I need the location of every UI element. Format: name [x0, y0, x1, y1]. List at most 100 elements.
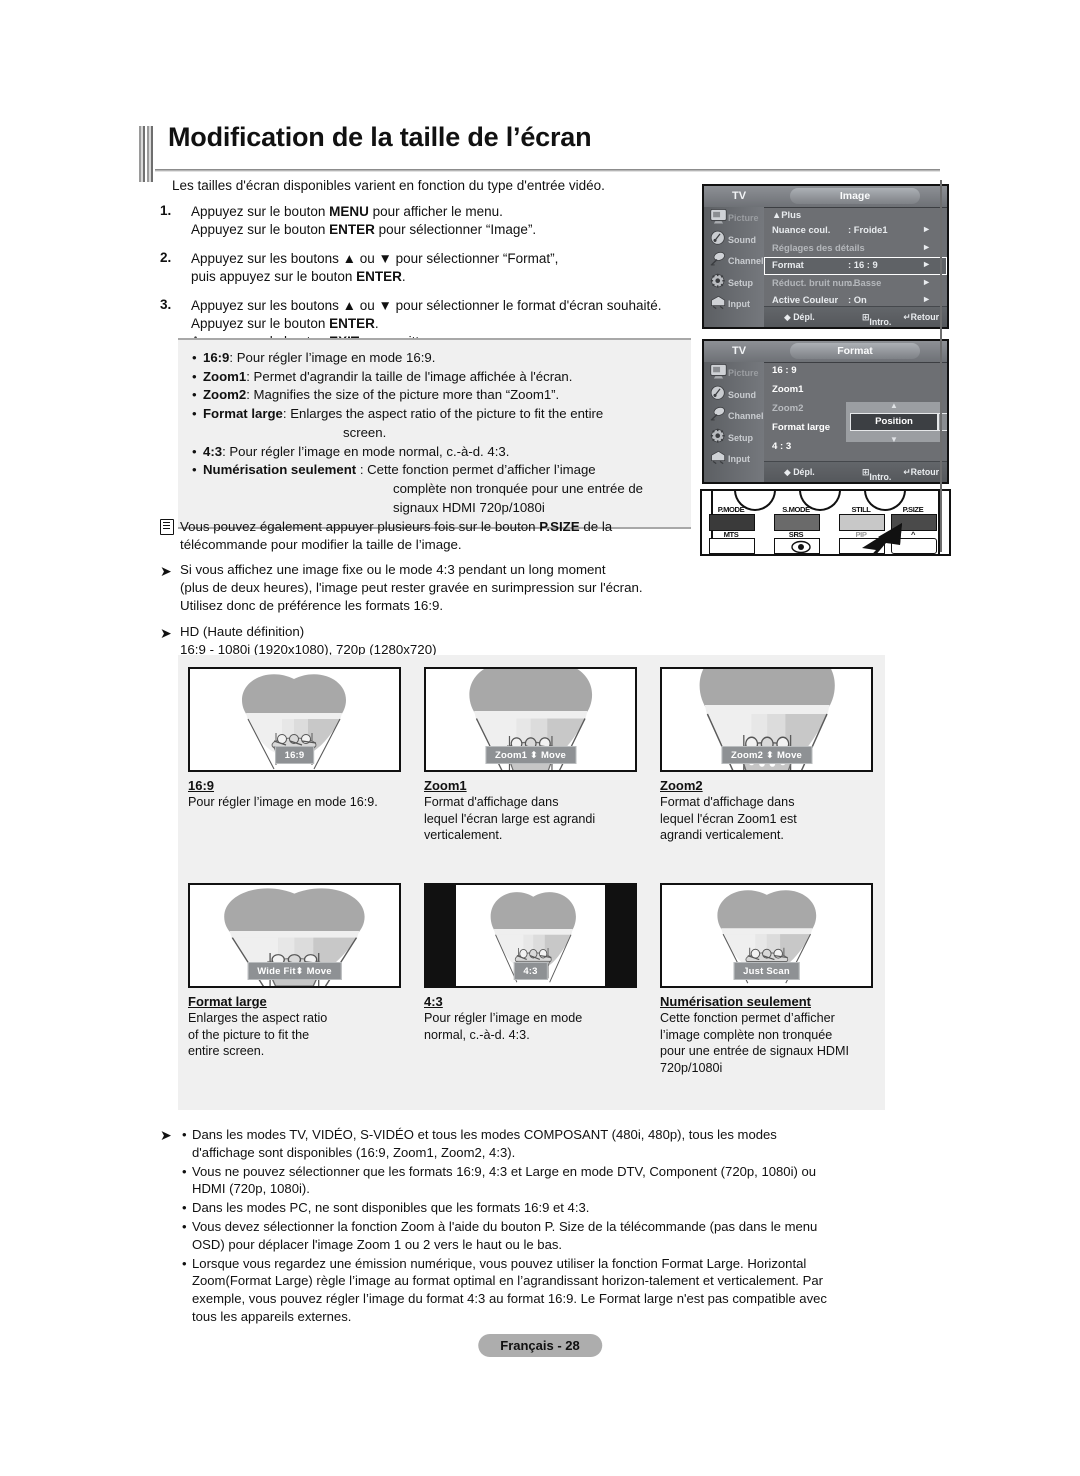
tv-preview-num-risation-seulement: Just Scan: [660, 883, 873, 988]
aspect-title: 4:3: [424, 994, 443, 1009]
osd-sidebar-item-channel[interactable]: Channel: [704, 405, 764, 427]
definition-desc: : Magnifies the size of the picture more…: [246, 387, 560, 403]
osd-format-item[interactable]: Zoom1: [764, 384, 947, 403]
osd-row-format[interactable]: Format : 16 : 9 ►: [764, 257, 947, 275]
definition-item: 4:3: Pour régler l’image en mode normal,…: [192, 443, 681, 462]
osd-sidebar-item-setup[interactable]: Setup: [704, 272, 764, 294]
remote-button-pmode[interactable]: [709, 514, 755, 531]
note-hd: ➤ HD (Haute définition) 16:9 - 1080i (19…: [160, 623, 720, 659]
note-text: Si vous affichez une image fixe ou le mo…: [180, 562, 606, 577]
step-number: 1.: [160, 203, 172, 218]
input-icon: [709, 294, 728, 311]
osd-row-r-gler[interactable]: Régler : OK ►: [764, 328, 947, 329]
note-icon: [160, 519, 174, 538]
remote-label-still: STILL: [851, 505, 871, 514]
remote-button-mts[interactable]: [709, 538, 755, 554]
osd-sidebar-item-channel[interactable]: Channel: [704, 250, 764, 272]
osd-row-value: : Froide1: [848, 224, 888, 235]
input-icon: [709, 449, 728, 466]
osd-sidebar[interactable]: Picture Sound Channel Setup Input: [704, 207, 764, 327]
osd-format-item[interactable]: 4 : 3: [764, 441, 947, 460]
osd-enter-hint: ⊞ Intro.: [862, 467, 892, 482]
step-item: 2. Appuyez sur les boutons ▲ ou ▼ pour s…: [160, 250, 700, 286]
definition-item: 16:9: Pour régler l’image en mode 16:9.: [192, 349, 681, 368]
aspect-example-cell: Zoom1 ⬍ Move Zoom1 Format d'affichage da…: [424, 667, 637, 844]
definition-term: Zoom2: [203, 387, 247, 403]
osd-row-r-duct-bruit-num-[interactable]: Réduct. bruit num. : Basse ►: [764, 275, 947, 293]
note-psize: Vous pouvez également appuyer plusieurs …: [160, 518, 700, 554]
note-text-tail: de la: [579, 519, 613, 534]
bottom-note-item: Vous devez sélectionner la fonction Zoom…: [182, 1218, 950, 1254]
definition-term: 4:3: [203, 443, 223, 459]
right-margin-rule: [940, 180, 942, 552]
arrow-glyph-icon: ➤: [160, 563, 172, 579]
aspect-description: Cette fonction permet d’afficher l’image …: [660, 1011, 850, 1076]
page-footer: Français - 28: [478, 1334, 602, 1357]
bottom-note-item: Dans les modes PC, ne sont disponibles q…: [182, 1199, 950, 1217]
osd-move-hint: ◆ Dépl.: [784, 312, 815, 322]
osd-more-label: ▲Plus: [772, 209, 802, 220]
osd-sidebar-item-sound[interactable]: Sound: [704, 384, 764, 406]
remote-label-pmode: P.MODE: [717, 505, 745, 514]
osd-picture-menu[interactable]: TV Image Picture Sound Channel Setup Inp…: [702, 184, 949, 329]
osd-sidebar-item-picture[interactable]: Picture: [704, 207, 764, 229]
aspect-example-cell: Just Scan Numérisation seulement Cette f…: [660, 883, 873, 1077]
osd-sidebar[interactable]: Picture Sound Channel Setup Input: [704, 362, 764, 482]
step-text: Appuyez sur les boutons ▲ ou ▼ pour séle…: [191, 250, 559, 284]
definition-desc: : Pour régler l’image en mode 16:9.: [229, 350, 436, 365]
osd-row-key: Réduct. bruit num.: [772, 276, 855, 288]
osd-sidebar-item-setup[interactable]: Setup: [704, 427, 764, 449]
preview-osd-tag: Zoom1 ⬍ Move: [484, 746, 577, 764]
aspect-example-cell: Zoom2 ⬍ Move Zoom2 Format d'affichage da…: [660, 667, 873, 844]
osd-row-value: : Basse: [848, 276, 882, 288]
definition-term: 16:9: [203, 350, 230, 365]
tv-preview-zoom1: Zoom1 ⬍ Move: [424, 667, 637, 772]
osd-more-row[interactable]: ▲Plus: [764, 207, 947, 222]
chevron-right-icon: ►: [922, 259, 931, 270]
preview-osd-tag: 4:3: [513, 962, 548, 980]
osd-sidebar-item-input[interactable]: Input: [704, 448, 764, 470]
channel-icon: [709, 406, 728, 423]
definition-item: Zoom1: Permet d'agrandir la taille de l'…: [192, 368, 681, 387]
definition-desc: : Enlarges the aspect ratio of the pictu…: [282, 406, 604, 422]
osd-sidebar-item-picture[interactable]: Picture: [704, 362, 764, 384]
setup-icon: [709, 273, 728, 290]
setup-icon: [709, 428, 728, 445]
osd-row-key: Format: [772, 259, 804, 271]
position-adjust-widget[interactable]: ▲ ▼ Position Régler: [846, 401, 947, 444]
step-item: 1. Appuyez sur le bouton MENU pour affic…: [160, 203, 700, 239]
page-title-block: Modification de la taille de l’écran: [138, 122, 940, 182]
osd-menu-rows[interactable]: ▲Plus Nuance coul. : Froide1 ► Réglages …: [764, 207, 947, 323]
osd-format-menu[interactable]: TV Format Picture Sound Channel Setup In…: [702, 339, 949, 484]
aspect-title: Zoom1: [424, 778, 467, 793]
osd-format-item[interactable]: 16 : 9: [764, 365, 947, 384]
osd-sidebar-item-sound[interactable]: Sound: [704, 229, 764, 251]
osd-row-r-glages-des-d-tails[interactable]: Réglages des détails ►: [764, 240, 947, 258]
note-burnin: ➤ Si vous affichez une image fixe ou le …: [160, 561, 720, 615]
definition-term: Format large: [203, 406, 283, 422]
manual-page: Modification de la taille de l’écran Les…: [0, 0, 1080, 1476]
page-title: Modification de la taille de l’écran: [168, 122, 592, 152]
definition-desc: : Cette fonction permet d’afficher l’ima…: [356, 462, 596, 478]
remote-button-smode[interactable]: [774, 514, 820, 531]
step-number: 2.: [160, 249, 172, 265]
up-arrow-icon: ▲: [890, 401, 898, 410]
osd-sidebar-item-input[interactable]: Input: [704, 293, 764, 315]
osd-row-nuance-coul-[interactable]: Nuance coul. : Froide1 ►: [764, 222, 947, 240]
title-bar-decoration: [138, 126, 155, 182]
bottom-note-item: Dans les modes TV, VIDÉO, S-VIDÉO et tou…: [182, 1126, 950, 1162]
aspect-description: Pour régler l’image en mode normal, c.-à-…: [424, 1011, 583, 1042]
osd-sidebar-label: Setup: [728, 277, 754, 288]
position-button[interactable]: Position: [850, 413, 938, 431]
chevron-right-icon: ►: [922, 294, 931, 305]
remote-label-psize: P.SIZE: [902, 505, 924, 514]
definition-desc: : Permet d'agrandir la taille de l'image…: [246, 368, 573, 384]
channel-icon: [709, 251, 728, 268]
definition-item: Format large: Enlarges the aspect ratio …: [192, 405, 681, 442]
title-divider: [155, 169, 940, 172]
osd-format-options[interactable]: 16 : 9 Zoom1 Zoom2 Format large 4 : 3 Nu…: [764, 362, 947, 471]
osd-sidebar-label: Sound: [728, 389, 756, 400]
osd-sidebar-label: Input: [728, 299, 750, 309]
aspect-description: Format d'affichage dans lequel l'écran Zo…: [660, 795, 797, 843]
osd-sidebar-label: Picture: [728, 368, 759, 378]
